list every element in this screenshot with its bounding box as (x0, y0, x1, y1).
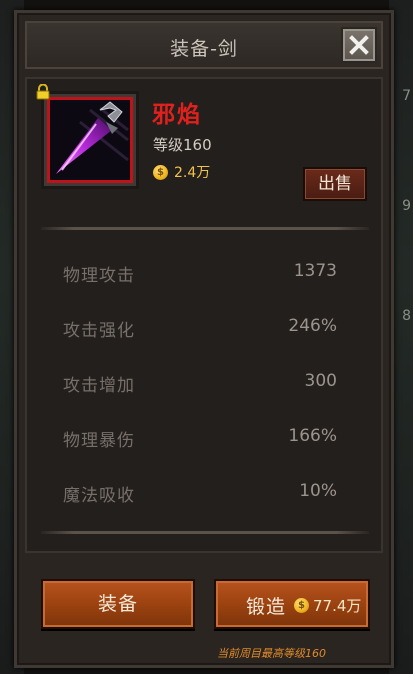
forge-cost-value: 77.4万 (313, 597, 362, 615)
stat-label: 攻击增加 (63, 376, 135, 396)
forge-cost: $ 77.4万 (294, 595, 361, 616)
background-number: 8 (402, 308, 411, 324)
item-price: $ 2.4万 (153, 163, 210, 181)
stat-value: 10% (299, 481, 337, 501)
dialog-titlebar: 装备-剑 (25, 21, 383, 69)
sell-button[interactable]: 出售 (303, 167, 367, 201)
divider-top (41, 227, 369, 230)
equipment-dialog: 装备-剑 邪焰 等级160 $ 2.4万 出售 物理攻击 1373 攻击强化 2… (14, 10, 394, 668)
max-level-note: 当前周目最高等级160 (217, 647, 326, 660)
item-icon-frame (47, 97, 133, 183)
stat-value: 300 (304, 371, 337, 391)
forge-button-label: 锻造 (246, 596, 287, 618)
background-number: 9 (402, 198, 411, 214)
close-icon (349, 35, 369, 55)
stat-label: 物理攻击 (63, 266, 135, 286)
stat-value: 166% (288, 426, 337, 446)
stat-value: 1373 (293, 261, 337, 281)
equip-button[interactable]: 装备 (41, 579, 195, 629)
stat-row: 物理攻击 1373 (27, 261, 381, 286)
gold-coin-icon: $ (294, 598, 309, 613)
close-button[interactable] (341, 27, 377, 63)
stat-label: 魔法吸收 (63, 486, 135, 506)
stat-row: 物理暴伤 166% (27, 426, 381, 451)
stat-row: 攻击强化 246% (27, 316, 381, 341)
gold-coin-icon: $ (153, 164, 168, 180)
background-number: 7 (402, 88, 411, 104)
item-detail-content: 邪焰 等级160 $ 2.4万 出售 物理攻击 1373 攻击强化 246% 攻… (25, 77, 383, 553)
item-slot[interactable] (36, 84, 139, 189)
divider-bottom (41, 531, 369, 534)
stat-row: 魔法吸收 10% (27, 481, 381, 506)
forge-button[interactable]: 锻造 $ 77.4万 (214, 579, 370, 629)
dialog-title: 装备-剑 (170, 38, 238, 60)
item-name: 邪焰 (152, 102, 202, 128)
lock-icon (36, 84, 50, 100)
stat-value: 246% (288, 316, 337, 336)
sword-icon (50, 100, 130, 180)
stat-label: 物理暴伤 (63, 431, 135, 451)
stat-label: 攻击强化 (63, 321, 135, 341)
item-level: 等级160 (153, 136, 212, 154)
item-price-value: 2.4万 (174, 165, 211, 181)
stat-row: 攻击增加 300 (27, 371, 381, 396)
